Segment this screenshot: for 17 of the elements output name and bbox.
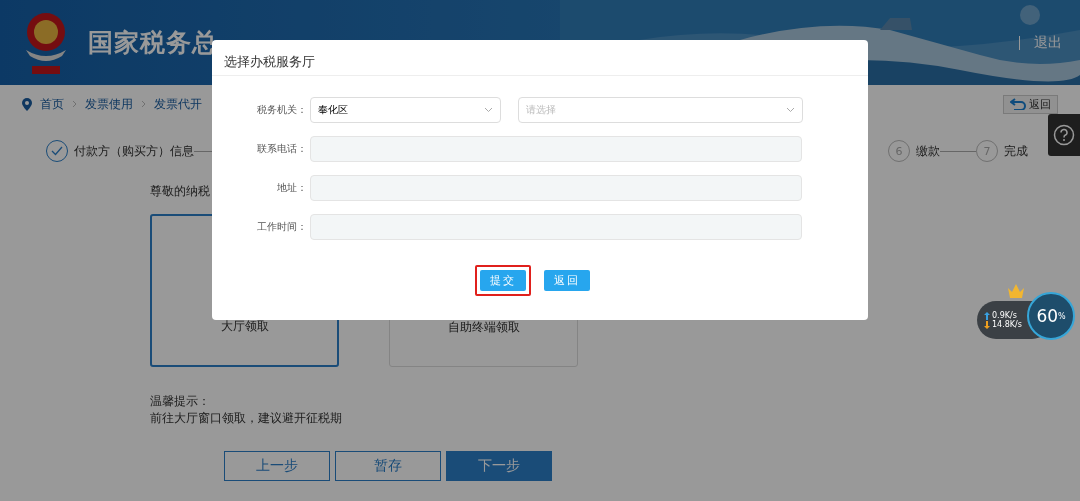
download-speed: 14.8K/s	[992, 320, 1022, 329]
field-label: 联系电话：	[256, 142, 308, 156]
option-label: 大厅领取	[220, 318, 269, 335]
option-label: 自助终端领取	[447, 319, 520, 336]
step-label: 付款方（购买方）信息	[74, 142, 194, 160]
step-label: 缴款	[916, 142, 940, 160]
percent-unit: %	[1058, 311, 1066, 321]
field-label: 工作时间：	[256, 220, 308, 234]
tip-title: 温馨提示：	[150, 393, 211, 410]
percent-value: 60	[1036, 306, 1058, 326]
step-label: 完成	[1004, 142, 1028, 160]
upload-speed: 0.9K/s	[992, 311, 1017, 320]
dialog-title: 选择办税服务厅	[212, 40, 868, 76]
greeting-text: 尊敬的纳税	[150, 183, 210, 200]
tip-text: 前往大厅窗口领取，建议避开征税期	[150, 410, 343, 427]
field-label: 税务机关：	[256, 103, 308, 117]
field-label: 地址：	[276, 181, 308, 195]
